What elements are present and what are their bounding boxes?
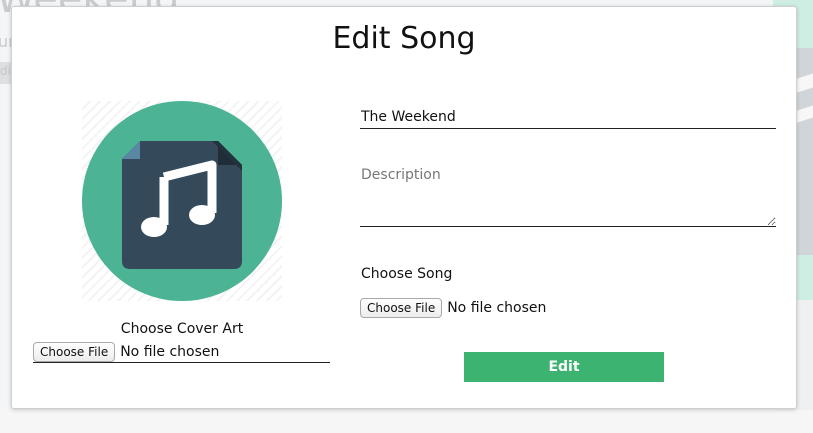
music-file-icon xyxy=(82,101,282,301)
choose-song-label: Choose Song xyxy=(361,266,453,282)
song-title-input[interactable] xyxy=(360,105,776,129)
edit-submit-button[interactable]: Edit xyxy=(464,352,664,382)
cover-art-choose-file-button[interactable]: Choose File xyxy=(33,341,116,362)
song-file-status: No file chosen xyxy=(447,300,547,316)
song-choose-file-button[interactable]: Choose File xyxy=(360,298,443,318)
cover-art-file-status: No file chosen xyxy=(120,343,220,360)
cover-art-preview xyxy=(82,101,282,301)
edit-song-modal: Edit Song Choose Cover Art Choose File N… xyxy=(11,6,797,409)
modal-title: Edit Song xyxy=(332,21,476,56)
cover-art-file-input: Choose File No file chosen xyxy=(33,341,330,363)
description-textarea[interactable] xyxy=(360,165,776,227)
background-footer xyxy=(0,410,813,433)
song-file-input: Choose File No file chosen xyxy=(360,298,546,318)
background-tag-text: di xyxy=(0,64,11,78)
cover-art-label: Choose Cover Art xyxy=(120,321,244,337)
